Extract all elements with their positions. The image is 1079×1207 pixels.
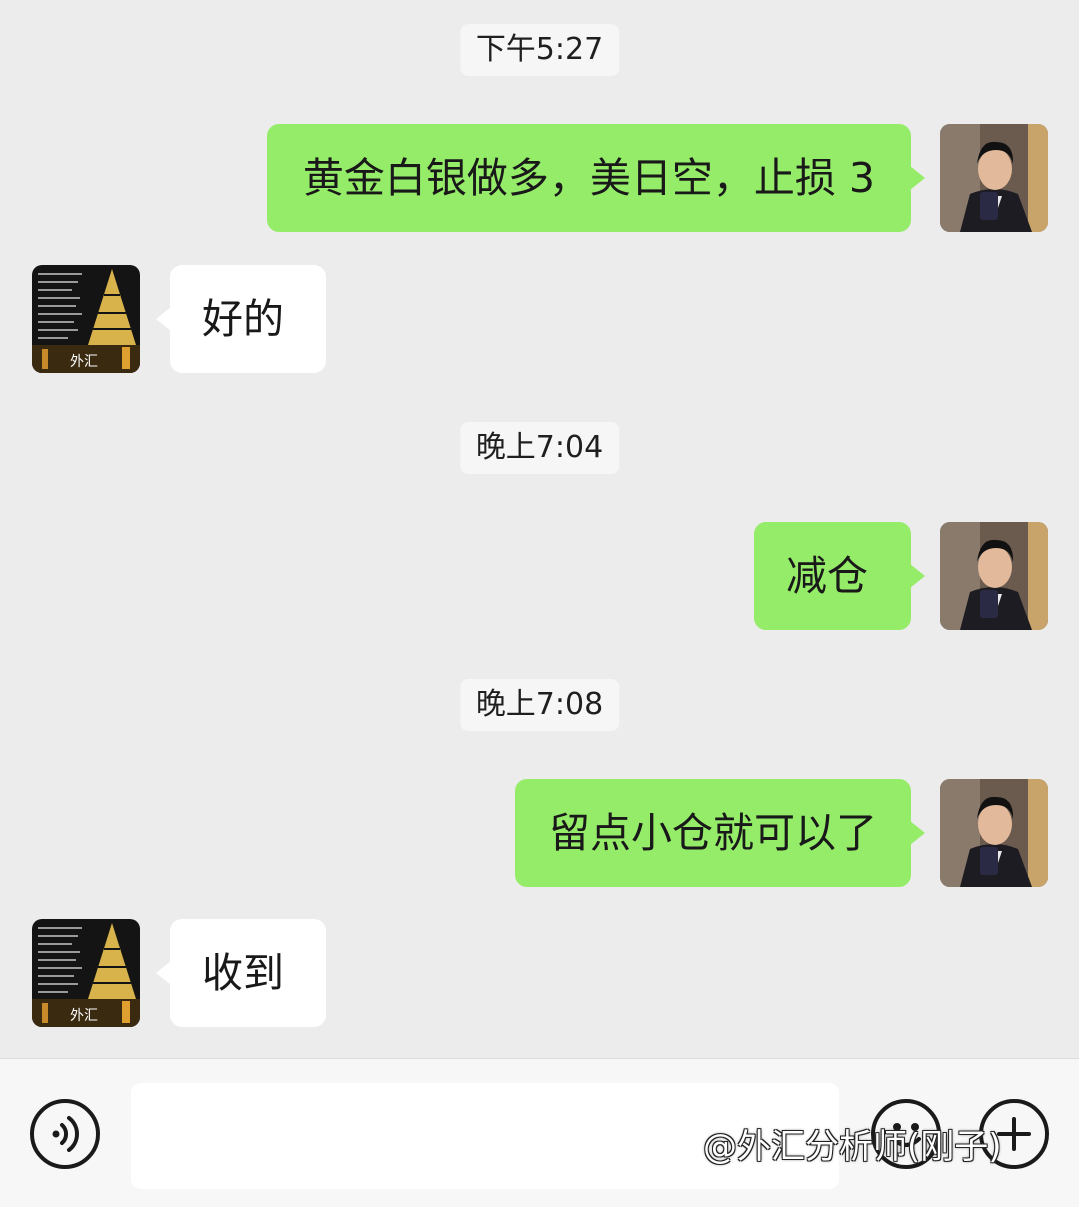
watermark: @外汇分析师(刚子) <box>703 1127 1002 1167</box>
chat-area[interactable]: 下午5:27 黄金白银做多，美日空，止损 3 外汇 好的 晚上7:04 减仓 晚… <box>0 0 1079 1058</box>
outgoing-message-bubble[interactable]: 黄金白银做多，美日空，止损 3 <box>266 124 926 232</box>
user-avatar[interactable] <box>940 522 1048 630</box>
user-avatar-photo <box>940 522 1048 630</box>
incoming-message-bubble[interactable]: 收到 <box>156 919 326 1027</box>
user-avatar[interactable] <box>940 124 1048 232</box>
timestamp: 下午5:27 <box>459 24 620 76</box>
user-avatar-photo <box>940 779 1048 887</box>
timestamp: 晚上7:04 <box>459 422 620 474</box>
voice-icon <box>52 1116 79 1152</box>
contact-avatar-label: 外汇 <box>70 354 98 370</box>
user-avatar[interactable] <box>940 779 1048 887</box>
contact-avatar[interactable]: 外汇 <box>32 265 140 373</box>
voice-button[interactable] <box>30 1099 100 1169</box>
timestamp: 晚上7:08 <box>459 679 620 731</box>
contact-avatar[interactable]: 外汇 <box>32 919 140 1027</box>
incoming-message-bubble[interactable]: 好的 <box>156 265 326 373</box>
outgoing-message-bubble[interactable]: 减仓 <box>754 522 925 630</box>
user-avatar-photo <box>940 124 1048 232</box>
outgoing-message-bubble[interactable]: 留点小仓就可以了 <box>515 779 925 887</box>
contact-avatar-label: 外汇 <box>70 1008 98 1024</box>
